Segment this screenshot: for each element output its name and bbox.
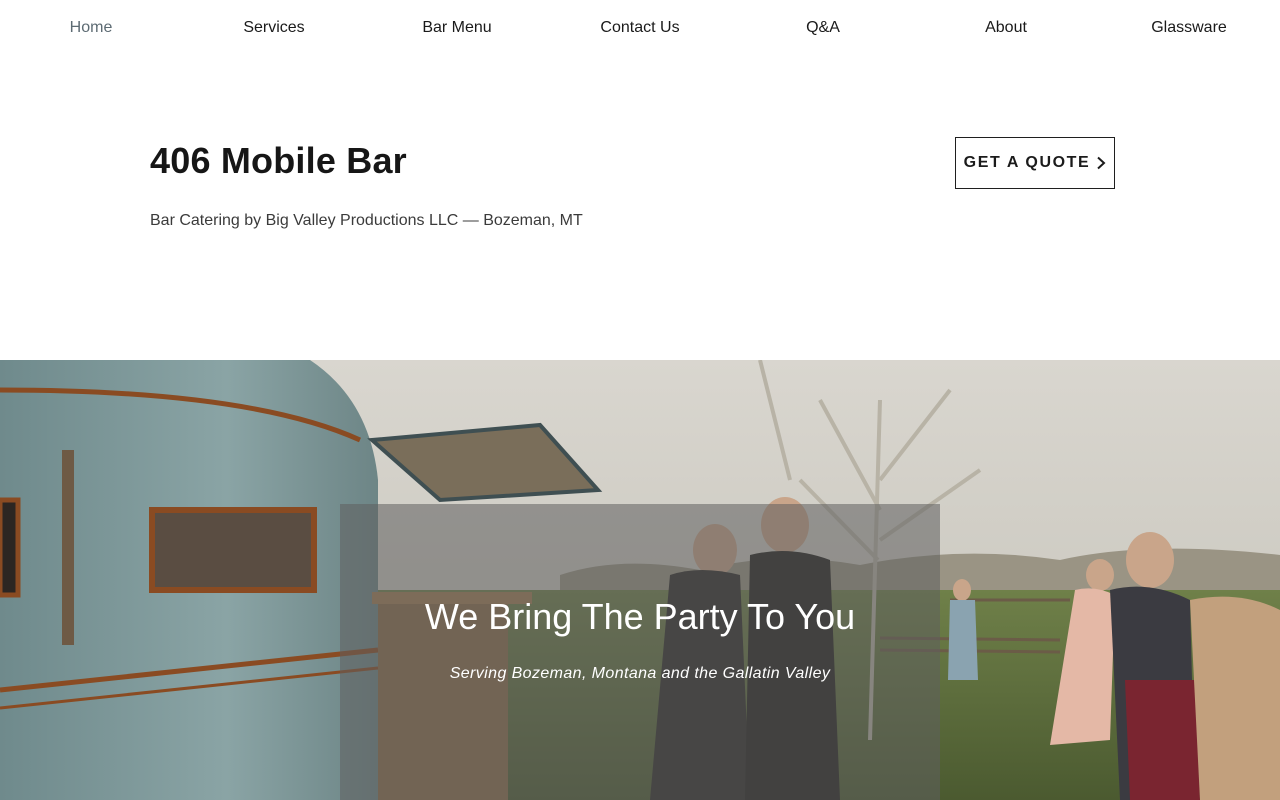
nav-item-services[interactable]: Services <box>243 18 304 38</box>
nav-item-home[interactable]: Home <box>70 18 113 38</box>
site-tagline: Bar Catering by Big Valley Productions L… <box>150 212 583 229</box>
hero-title: We Bring The Party To You <box>424 596 856 637</box>
nav-item-qa[interactable]: Q&A <box>806 18 840 38</box>
site-title[interactable]: 406 Mobile Bar <box>150 140 407 182</box>
nav-item-glassware[interactable]: Glassware <box>1151 18 1227 38</box>
get-a-quote-label: GET A QUOTE <box>963 154 1091 171</box>
hero-overlay <box>340 504 940 800</box>
main-navigation: Home Services Bar Menu Contact Us Q&A Ab… <box>0 0 1280 56</box>
hero-banner: We Bring The Party To You Serving Bozema… <box>0 360 1280 800</box>
chevron-right-icon <box>1097 156 1106 170</box>
hero-subtitle: Serving Bozeman, Montana and the Gallati… <box>449 665 831 682</box>
nav-item-about[interactable]: About <box>985 18 1027 38</box>
nav-item-contact-us[interactable]: Contact Us <box>600 18 679 38</box>
get-a-quote-button[interactable]: GET A QUOTE <box>955 137 1115 189</box>
nav-item-bar-menu[interactable]: Bar Menu <box>422 18 491 38</box>
